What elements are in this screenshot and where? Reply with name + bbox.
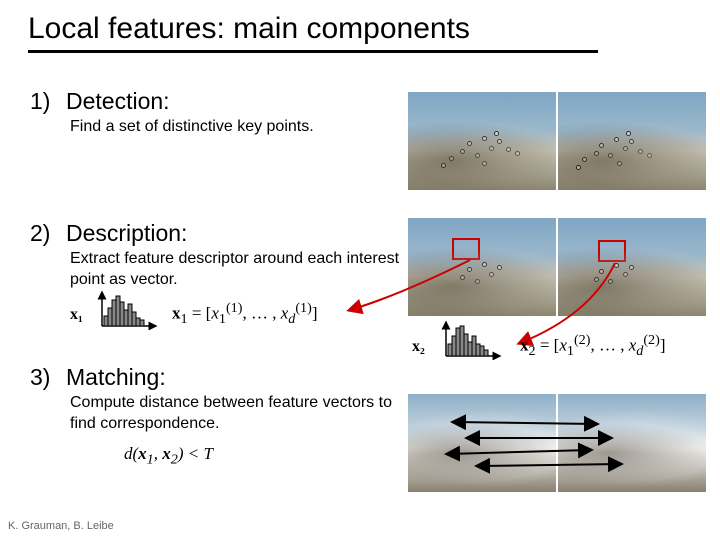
- histogram-icon: [96, 290, 160, 330]
- section-heading: Matching:: [66, 364, 166, 391]
- feature-rect-icon: [452, 238, 480, 260]
- section-number: 1): [30, 88, 54, 115]
- mountain-image-left: [408, 218, 556, 316]
- section-number: 2): [30, 220, 54, 247]
- section-matching: 3) Matching: Compute distance between fe…: [30, 364, 400, 435]
- section-heading: Description:: [66, 220, 187, 247]
- x1-vector: x1 = [x1(1), … , xd(1)]: [172, 300, 318, 328]
- mountain-image-right: [558, 92, 706, 190]
- section-heading: Detection:: [66, 88, 170, 115]
- match-lines-icon: [408, 394, 708, 494]
- feature-rect-icon: [598, 240, 626, 262]
- distance-formula: d(x1, x2) < T: [124, 444, 213, 468]
- x2-label: x₂: [412, 338, 425, 356]
- mountain-image-left: [408, 92, 556, 190]
- mountain-image-right: [558, 218, 706, 316]
- section-description: Compute distance between feature vectors…: [70, 393, 400, 435]
- detection-image-pair: [408, 92, 706, 190]
- x2-vector: x2 = [x1(2), … , xd(2)]: [520, 332, 666, 360]
- description-image-pair: [408, 218, 706, 316]
- histogram-icon: [440, 320, 504, 360]
- credit-text: K. Grauman, B. Leibe: [8, 520, 114, 532]
- slide-title: Local features: main components: [28, 12, 598, 53]
- section-number: 3): [30, 364, 54, 391]
- section-description-text: Extract feature descriptor around each i…: [70, 249, 400, 291]
- section-detection: 1) Detection: Find a set of distinctive …: [30, 88, 400, 138]
- x1-label: x₁: [70, 306, 83, 324]
- section-description: 2) Description: Extract feature descript…: [30, 220, 400, 291]
- section-description: Find a set of distinctive key points.: [70, 117, 400, 138]
